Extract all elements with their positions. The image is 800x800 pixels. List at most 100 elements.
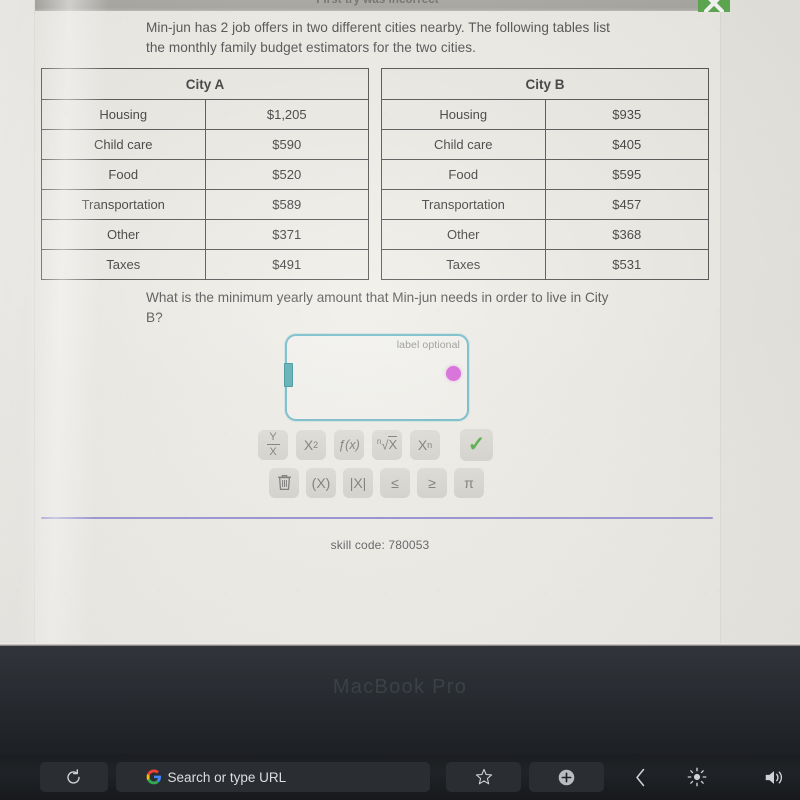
url-placeholder-text: Search or type URL xyxy=(167,769,287,785)
table-row: Child care $405 xyxy=(381,129,709,160)
row-label: Taxes xyxy=(41,249,206,280)
submit-check-key[interactable]: ✓ xyxy=(460,428,493,461)
skill-code-label: skill code: 780053 xyxy=(330,538,430,552)
star-icon xyxy=(475,768,492,785)
delete-key[interactable] xyxy=(269,467,299,498)
greater-equal-label: ≥ xyxy=(428,474,436,491)
row-amount: $491 xyxy=(204,249,369,280)
new-tab-button[interactable] xyxy=(529,762,605,792)
table-row: Housing $1,205 xyxy=(41,99,369,130)
row-label: Child care xyxy=(381,129,546,160)
text-caret xyxy=(284,363,293,387)
row-amount: $1,205 xyxy=(204,99,369,130)
browser-touchbar: Search or type URL xyxy=(0,754,800,800)
greater-equal-key[interactable]: ≥ xyxy=(417,467,447,498)
less-equal-label: ≤ xyxy=(391,474,399,491)
table-row: Transportation $589 xyxy=(41,189,369,220)
close-banner-button[interactable] xyxy=(698,0,730,12)
volume-button[interactable] xyxy=(747,762,800,792)
row-label: Other xyxy=(41,219,206,250)
square-base: X xyxy=(303,436,314,453)
nth-root-key[interactable]: n√X xyxy=(372,429,402,460)
row-label: Transportation xyxy=(381,189,546,220)
reload-icon xyxy=(67,768,80,784)
row-amount: $595 xyxy=(544,159,709,190)
row-amount: $457 xyxy=(544,189,709,220)
incorrect-banner: First try was incorrect xyxy=(35,0,720,11)
budget-tables: City A Housing $1,205 Child care $590 Fo… xyxy=(41,68,709,280)
row-amount: $368 xyxy=(544,219,709,250)
row-amount: $520 xyxy=(204,159,369,190)
brightness-icon xyxy=(687,767,707,787)
back-button[interactable] xyxy=(614,762,667,792)
row-amount: $589 xyxy=(204,189,369,220)
row-label: Food xyxy=(41,159,206,190)
pi-label: π xyxy=(464,474,474,491)
math-keypad: Y X X2 ƒ(x) n√X Xn ✓ (X) |X| ≤ ≥ π xyxy=(258,428,498,498)
row-amount: $935 xyxy=(544,99,709,130)
row-label: Housing xyxy=(381,99,546,130)
laptop-bezel: MacBook Pro xyxy=(0,646,800,754)
fraction-key[interactable]: Y X xyxy=(258,429,288,460)
table-row: Housing $935 xyxy=(381,99,709,130)
root-index: n xyxy=(376,436,382,446)
table-row: Food $520 xyxy=(41,159,369,190)
row-label: Housing xyxy=(41,99,206,130)
fraction-denominator: X xyxy=(269,445,277,458)
section-divider xyxy=(41,517,713,519)
problem-question: What is the minimum yearly amount that M… xyxy=(146,290,609,325)
row-amount: $405 xyxy=(544,129,709,160)
parentheses-label: (X) xyxy=(311,474,331,491)
back-chevron-icon xyxy=(636,768,645,786)
function-label: ƒ(x) xyxy=(338,437,360,452)
less-equal-key[interactable]: ≤ xyxy=(380,467,410,498)
absolute-value-label: |X| xyxy=(349,474,367,491)
row-label: Other xyxy=(381,219,546,250)
table-row: Child care $590 xyxy=(41,129,369,160)
table-row: Taxes $531 xyxy=(381,249,709,280)
keypad-row-2: (X) |X| ≤ ≥ π xyxy=(258,467,498,498)
reload-button[interactable] xyxy=(40,762,108,792)
city-a-title: City A xyxy=(41,68,369,100)
brightness-button[interactable] xyxy=(671,762,724,792)
row-label: Transportation xyxy=(41,189,206,220)
bookmark-button[interactable] xyxy=(446,762,522,792)
table-row: Other $371 xyxy=(41,219,369,250)
pi-key[interactable]: π xyxy=(454,467,484,498)
absolute-value-key[interactable]: |X| xyxy=(343,467,373,498)
parentheses-key[interactable]: (X) xyxy=(306,467,336,498)
row-amount: $590 xyxy=(204,129,369,160)
square-key[interactable]: X2 xyxy=(296,429,326,460)
device-brand-label: MacBook Pro xyxy=(332,676,468,698)
function-key[interactable]: ƒ(x) xyxy=(334,429,364,460)
fraction-numerator: Y xyxy=(269,431,277,444)
city-b-title: City B xyxy=(381,68,709,100)
google-g-icon xyxy=(146,769,161,785)
answer-label-hint: label optional xyxy=(396,339,460,351)
url-bar[interactable]: Search or type URL xyxy=(115,762,431,792)
row-label: Taxes xyxy=(381,249,546,280)
subscript-base: X xyxy=(417,436,428,453)
incorrect-banner-text: First try was incorrect xyxy=(316,0,439,6)
subscript-index: n xyxy=(427,439,433,450)
close-x-icon xyxy=(704,0,724,12)
table-row: Transportation $457 xyxy=(381,189,709,220)
answer-marker-dot[interactable] xyxy=(446,366,461,381)
root-radicand: X xyxy=(388,436,398,453)
fraction-bar xyxy=(266,443,280,446)
subscript-key[interactable]: Xn xyxy=(410,429,440,460)
table-row: Food $595 xyxy=(381,159,709,190)
trash-icon xyxy=(277,474,291,491)
table-row: Other $368 xyxy=(381,219,709,250)
plus-circle-icon xyxy=(559,769,575,785)
laptop-screen-photo: First try was incorrect Min-jun has 2 jo… xyxy=(0,0,800,800)
row-label: Food xyxy=(381,159,546,190)
city-a-table: City A Housing $1,205 Child care $590 Fo… xyxy=(41,68,369,280)
city-b-table: City B Housing $935 Child care $405 Food… xyxy=(381,68,709,280)
row-amount: $371 xyxy=(204,219,369,250)
row-label: Child care xyxy=(41,129,206,160)
table-row: Taxes $491 xyxy=(41,249,369,280)
volume-icon xyxy=(765,770,782,784)
answer-input[interactable]: label optional xyxy=(284,334,469,421)
row-amount: $531 xyxy=(544,249,709,280)
